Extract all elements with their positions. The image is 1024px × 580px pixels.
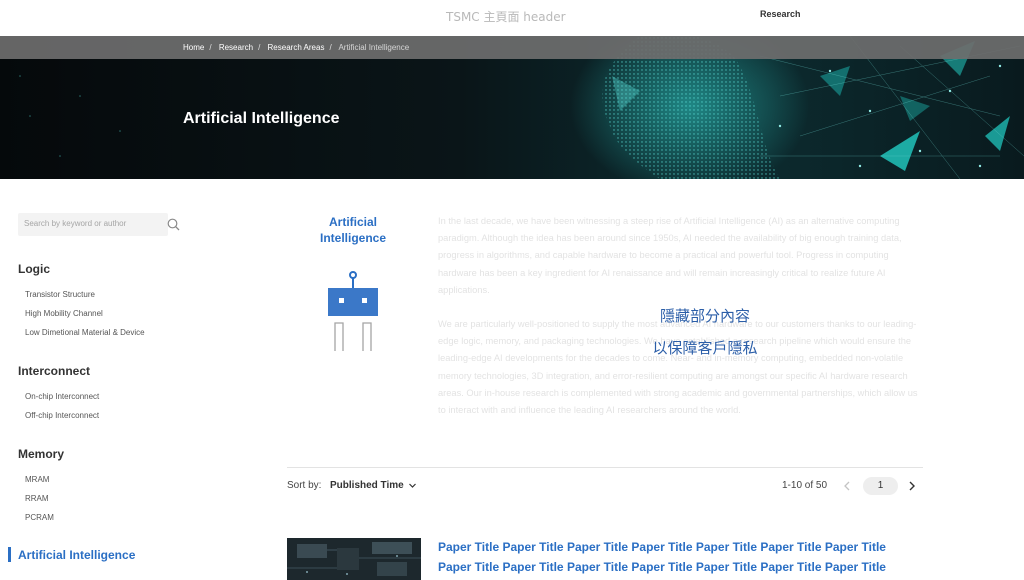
privacy-notice: 隱藏部分內容 以保障客戶隱私 — [630, 300, 780, 364]
sidebar-item-transistor-structure[interactable]: Transistor Structure — [25, 290, 145, 299]
privacy-notice-line: 以保障客戶隱私 — [652, 339, 758, 357]
hero-banner: Home / Research / Research Areas / Artifici… — [0, 36, 1024, 179]
sidebar-item-label: Artificial Intelligence — [18, 548, 136, 562]
results-range: 1-10 of 50 — [782, 480, 828, 491]
sidebar-item-on-chip-interconnect[interactable]: On-chip Interconnect — [25, 392, 99, 401]
search-box — [18, 213, 180, 236]
sidebar-item-mram[interactable]: MRAM — [25, 475, 64, 484]
intro-paragraph: In the last decade, we have been witness… — [438, 216, 902, 295]
page-title: Artificial Intelligence — [183, 110, 340, 127]
header-brand[interactable]: TSMC 主頁面 header — [446, 8, 566, 25]
privacy-notice-line: 隱藏部分內容 — [659, 307, 750, 325]
robot-icon — [328, 271, 378, 351]
breadcrumb-home[interactable]: Home — [183, 43, 204, 52]
breadcrumb-bar — [0, 36, 1024, 59]
sort-label: Sort by: — [287, 480, 322, 491]
chevron-down-icon[interactable] — [408, 481, 417, 490]
circuit-board-image — [287, 538, 421, 580]
sidebar-item-low-dimensional-material[interactable]: Low Dimetional Material & Device — [25, 328, 145, 337]
nav-research-link[interactable]: Research — [760, 9, 801, 19]
intro-title: Artificial Intelligence — [319, 215, 387, 245]
paper-title-link[interactable]: Paper Title Paper Title Paper Title Pape… — [438, 538, 908, 577]
section-divider — [287, 467, 923, 468]
paper-thumbnail[interactable] — [287, 538, 421, 580]
breadcrumb-separator: / — [258, 43, 261, 52]
breadcrumb: Home / Research / Research Areas / Artifici… — [183, 43, 414, 52]
breadcrumb-separator: / — [209, 43, 212, 52]
breadcrumb-separator: / — [329, 43, 332, 52]
sidebar-group-memory: Memory MRAM RRAM PCRAM — [18, 447, 64, 522]
search-icon[interactable] — [167, 218, 180, 231]
breadcrumb-research[interactable]: Research — [219, 43, 253, 52]
sidebar-group-logic: Logic Transistor Structure High Mobility… — [18, 262, 145, 337]
sidebar-heading-memory[interactable]: Memory — [18, 447, 64, 461]
sidebar-item-pcram[interactable]: PCRAM — [25, 513, 64, 522]
page-number-current[interactable]: 1 — [863, 477, 898, 495]
search-input[interactable] — [24, 219, 144, 228]
breadcrumb-current: Artificial Intelligence — [338, 43, 410, 52]
top-header: TSMC 主頁面 header Research — [0, 0, 1024, 36]
chevron-right-icon[interactable] — [907, 480, 917, 492]
sidebar-heading-interconnect[interactable]: Interconnect — [18, 364, 99, 378]
chevron-left-icon[interactable] — [842, 480, 852, 492]
sidebar-heading-logic[interactable]: Logic — [18, 262, 145, 276]
sidebar-item-high-mobility-channel[interactable]: High Mobility Channel — [25, 309, 145, 318]
breadcrumb-research-areas[interactable]: Research Areas — [268, 43, 325, 52]
active-indicator — [8, 547, 11, 562]
sidebar-item-rram[interactable]: RRAM — [25, 494, 64, 503]
sidebar-item-off-chip-interconnect[interactable]: Off-chip Interconnect — [25, 411, 99, 420]
sort-dropdown[interactable]: Published Time — [330, 480, 404, 491]
sidebar-group-interconnect: Interconnect On-chip Interconnect Off-ch… — [18, 364, 99, 420]
